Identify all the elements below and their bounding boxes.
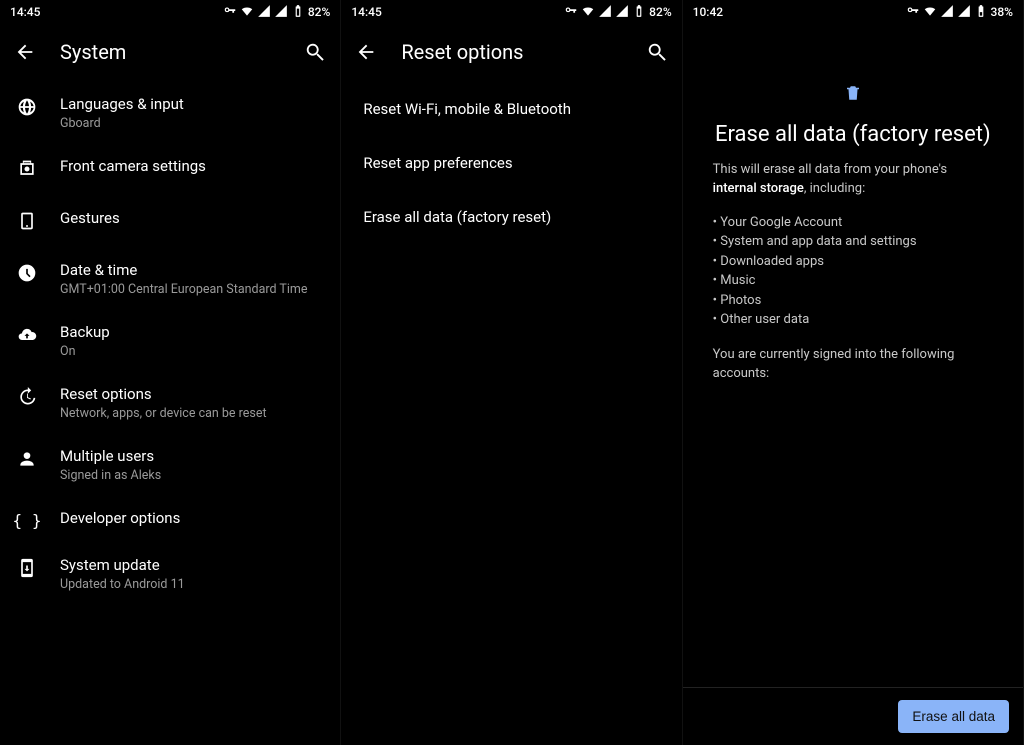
item-reset-app-prefs[interactable]: Reset app preferences <box>341 136 681 190</box>
item-multiple-users[interactable]: Multiple users Signed in as Aleks <box>0 434 340 496</box>
item-sub: Signed in as Aleks <box>60 468 324 483</box>
front-camera-icon <box>17 159 37 183</box>
item-label: Reset options <box>60 385 324 403</box>
status-bar: 14:45 82% <box>0 0 340 24</box>
battery-percent: 82% <box>649 5 671 19</box>
item-reset-wifi-mobile-bt[interactable]: Reset Wi-Fi, mobile & Bluetooth <box>341 82 681 136</box>
battery-icon <box>974 4 988 21</box>
wifi-icon <box>581 4 595 21</box>
status-icons: 82% <box>223 4 330 21</box>
wifi-icon <box>240 4 254 21</box>
item-label: Erase all data (factory reset) <box>363 208 551 226</box>
item-label: Gestures <box>60 209 324 227</box>
back-button[interactable] <box>14 41 36 63</box>
battery-icon <box>632 4 646 21</box>
bullet-item: System and app data and settings <box>713 232 993 252</box>
bullet-item: Music <box>713 271 993 291</box>
settings-list: Languages & input Gboard Front camera set… <box>0 82 340 745</box>
key-icon <box>223 4 237 21</box>
braces-icon: { } <box>13 511 42 530</box>
item-sub: Gboard <box>60 116 324 131</box>
item-label: Reset app preferences <box>363 154 512 172</box>
app-bar: System <box>0 24 340 82</box>
status-bar: 14:45 82% <box>341 0 681 24</box>
battery-percent: 82% <box>308 5 330 19</box>
item-label: Languages & input <box>60 95 324 113</box>
item-sub: GMT+01:00 Central European Standard Time <box>60 282 324 297</box>
erase-description: This will erase all data from your phone… <box>705 161 1001 199</box>
page-title: Reset options <box>401 40 621 64</box>
item-label: Date & time <box>60 261 324 279</box>
screen-reset-options: 14:45 82% Reset options Reset Wi-Fi, mob… <box>341 0 682 745</box>
item-developer-options[interactable]: { } Developer options <box>0 496 340 543</box>
status-icons: 82% <box>564 4 671 21</box>
bullet-item: Photos <box>713 291 993 311</box>
item-label: Developer options <box>60 509 324 527</box>
person-icon <box>17 449 37 473</box>
item-label: Backup <box>60 323 324 341</box>
app-bar: Reset options <box>341 24 681 82</box>
history-icon <box>17 387 37 411</box>
item-languages-input[interactable]: Languages & input Gboard <box>0 82 340 144</box>
page-title: System <box>60 40 280 64</box>
battery-icon <box>291 4 305 21</box>
erase-content: Erase all data (factory reset) This will… <box>683 24 1023 687</box>
reset-options-list: Reset Wi-Fi, mobile & Bluetooth Reset ap… <box>341 82 681 745</box>
signal-icon-2 <box>615 4 629 21</box>
clock-icon <box>17 263 37 287</box>
item-sub: On <box>60 344 324 359</box>
erase-title: Erase all data (factory reset) <box>705 122 1001 147</box>
signal-icon-2 <box>274 4 288 21</box>
signal-icon <box>257 4 271 21</box>
item-erase-all-data[interactable]: Erase all data (factory reset) <box>341 190 681 244</box>
bullet-item: Downloaded apps <box>713 252 993 272</box>
trash-icon <box>705 82 1001 104</box>
bullet-item: Your Google Account <box>713 213 993 233</box>
signal-icon <box>940 4 954 21</box>
button-bar: Erase all data <box>683 687 1023 745</box>
system-update-icon <box>17 558 37 582</box>
item-front-camera[interactable]: Front camera settings <box>0 144 340 196</box>
back-button[interactable] <box>355 41 377 63</box>
item-backup[interactable]: Backup On <box>0 310 340 372</box>
item-reset-options[interactable]: Reset options Network, apps, or device ca… <box>0 372 340 434</box>
status-time: 10:42 <box>693 5 723 19</box>
status-bar: 10:42 38% <box>683 0 1023 24</box>
signal-icon <box>598 4 612 21</box>
item-sub: Updated to Android 11 <box>60 577 324 592</box>
erase-bullet-list: Your Google Account System and app data … <box>705 213 1001 346</box>
signal-icon-2 <box>957 4 971 21</box>
cloud-upload-icon <box>17 325 37 349</box>
status-icons: 38% <box>906 4 1013 21</box>
screen-erase-all-data: 10:42 38% Erase all data (factory reset)… <box>683 0 1024 745</box>
item-sub: Network, apps, or device can be reset <box>60 406 324 421</box>
search-button[interactable] <box>304 41 326 63</box>
item-date-time[interactable]: Date & time GMT+01:00 Central European St… <box>0 248 340 310</box>
gesture-icon <box>17 211 37 235</box>
bullet-item: Other user data <box>713 310 993 330</box>
item-label: Multiple users <box>60 447 324 465</box>
item-label: System update <box>60 556 324 574</box>
item-gestures[interactable]: Gestures <box>0 196 340 248</box>
status-time: 14:45 <box>351 5 381 19</box>
key-icon <box>906 4 920 21</box>
battery-percent: 38% <box>991 5 1013 19</box>
wifi-icon <box>923 4 937 21</box>
search-button[interactable] <box>646 41 668 63</box>
item-system-update[interactable]: System update Updated to Android 11 <box>0 543 340 605</box>
accounts-note: You are currently signed into the follow… <box>705 346 1001 384</box>
key-icon <box>564 4 578 21</box>
item-label: Reset Wi-Fi, mobile & Bluetooth <box>363 100 571 118</box>
screen-system: 14:45 82% System Languages & input Gboard… <box>0 0 341 745</box>
erase-all-data-button[interactable]: Erase all data <box>898 700 1009 733</box>
status-time: 14:45 <box>10 5 40 19</box>
item-label: Front camera settings <box>60 157 324 175</box>
globe-icon <box>17 97 37 121</box>
